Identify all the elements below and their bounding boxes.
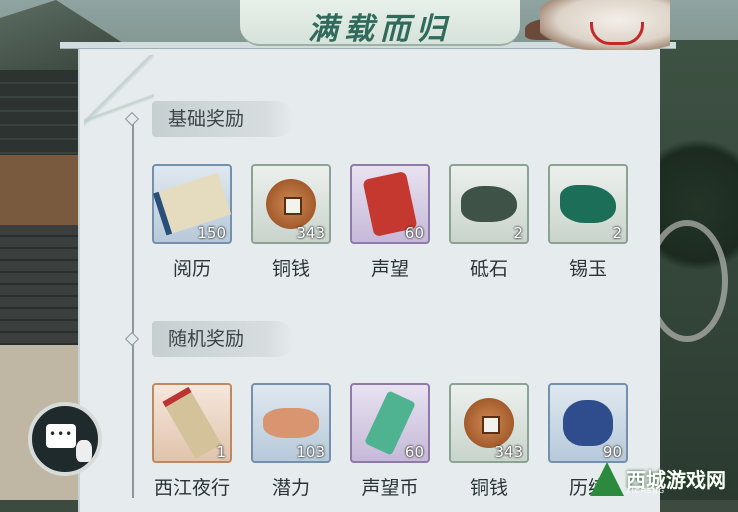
chat-bubble-icon bbox=[46, 424, 76, 448]
bamboo-decoration bbox=[84, 55, 154, 145]
item-count: 103 bbox=[296, 443, 325, 461]
item-count: 2 bbox=[612, 224, 622, 242]
item-count: 90 bbox=[602, 443, 622, 461]
whetstone-icon bbox=[461, 186, 517, 222]
item-count: 343 bbox=[494, 443, 523, 461]
watermark: 西城游戏网 XICHENG bbox=[590, 462, 738, 500]
bamboo-scroll-icon bbox=[162, 386, 222, 460]
item-count: 2 bbox=[513, 224, 523, 242]
item-label: 声望币 bbox=[361, 477, 419, 499]
item-count: 1 bbox=[216, 443, 226, 461]
reward-item-shengwangbi[interactable]: 60 bbox=[350, 383, 430, 463]
item-label: 铜钱 bbox=[271, 258, 310, 280]
item-count: 150 bbox=[197, 224, 226, 242]
jade-icon bbox=[560, 185, 616, 223]
reward-item-qianli[interactable]: 103 bbox=[251, 383, 331, 463]
reward-item-shengwang[interactable]: 60 bbox=[350, 164, 430, 244]
item-label: 声望 bbox=[370, 258, 409, 280]
copper-coin-icon bbox=[464, 398, 514, 448]
reward-item-xijiangyexing[interactable]: 1 bbox=[152, 383, 232, 463]
vase-icon bbox=[76, 440, 92, 462]
item-count: 60 bbox=[404, 443, 424, 461]
reward-item-dishi[interactable]: 2 bbox=[449, 164, 529, 244]
timeline-line bbox=[132, 118, 134, 498]
watermark-subtext: XICHENG bbox=[626, 487, 666, 495]
item-label: 潜力 bbox=[271, 477, 310, 499]
item-label: 锡玉 bbox=[568, 258, 607, 280]
reward-item-xiyu[interactable]: 2 bbox=[548, 164, 628, 244]
item-label: 砥石 bbox=[469, 258, 508, 280]
reward-item-yueli[interactable]: 150 bbox=[152, 164, 232, 244]
item-label: 铜钱 bbox=[469, 477, 508, 499]
section-random-label: 随机奖励 bbox=[152, 321, 294, 357]
title-banner: 满载而归 bbox=[240, 0, 520, 47]
reward-item-lilian[interactable]: 90 bbox=[548, 383, 628, 463]
copper-coin-icon bbox=[266, 179, 316, 229]
pouch-icon bbox=[563, 400, 613, 446]
watermark-logo-icon bbox=[590, 462, 624, 496]
item-count: 60 bbox=[404, 224, 424, 242]
item-label: 阅历 bbox=[172, 258, 211, 280]
section-basic-label: 基础奖励 bbox=[152, 101, 294, 137]
chat-button[interactable] bbox=[28, 402, 102, 476]
arm-muscle-icon bbox=[263, 408, 319, 438]
page-title: 满载而归 bbox=[308, 12, 452, 47]
item-label: 西江夜行 bbox=[153, 477, 230, 499]
reward-item-tongqian[interactable]: 343 bbox=[251, 164, 331, 244]
house-wall bbox=[0, 155, 80, 225]
item-count: 343 bbox=[296, 224, 325, 242]
reward-item-tongqian-2[interactable]: 343 bbox=[449, 383, 529, 463]
house-roof-tiles bbox=[0, 225, 80, 345]
